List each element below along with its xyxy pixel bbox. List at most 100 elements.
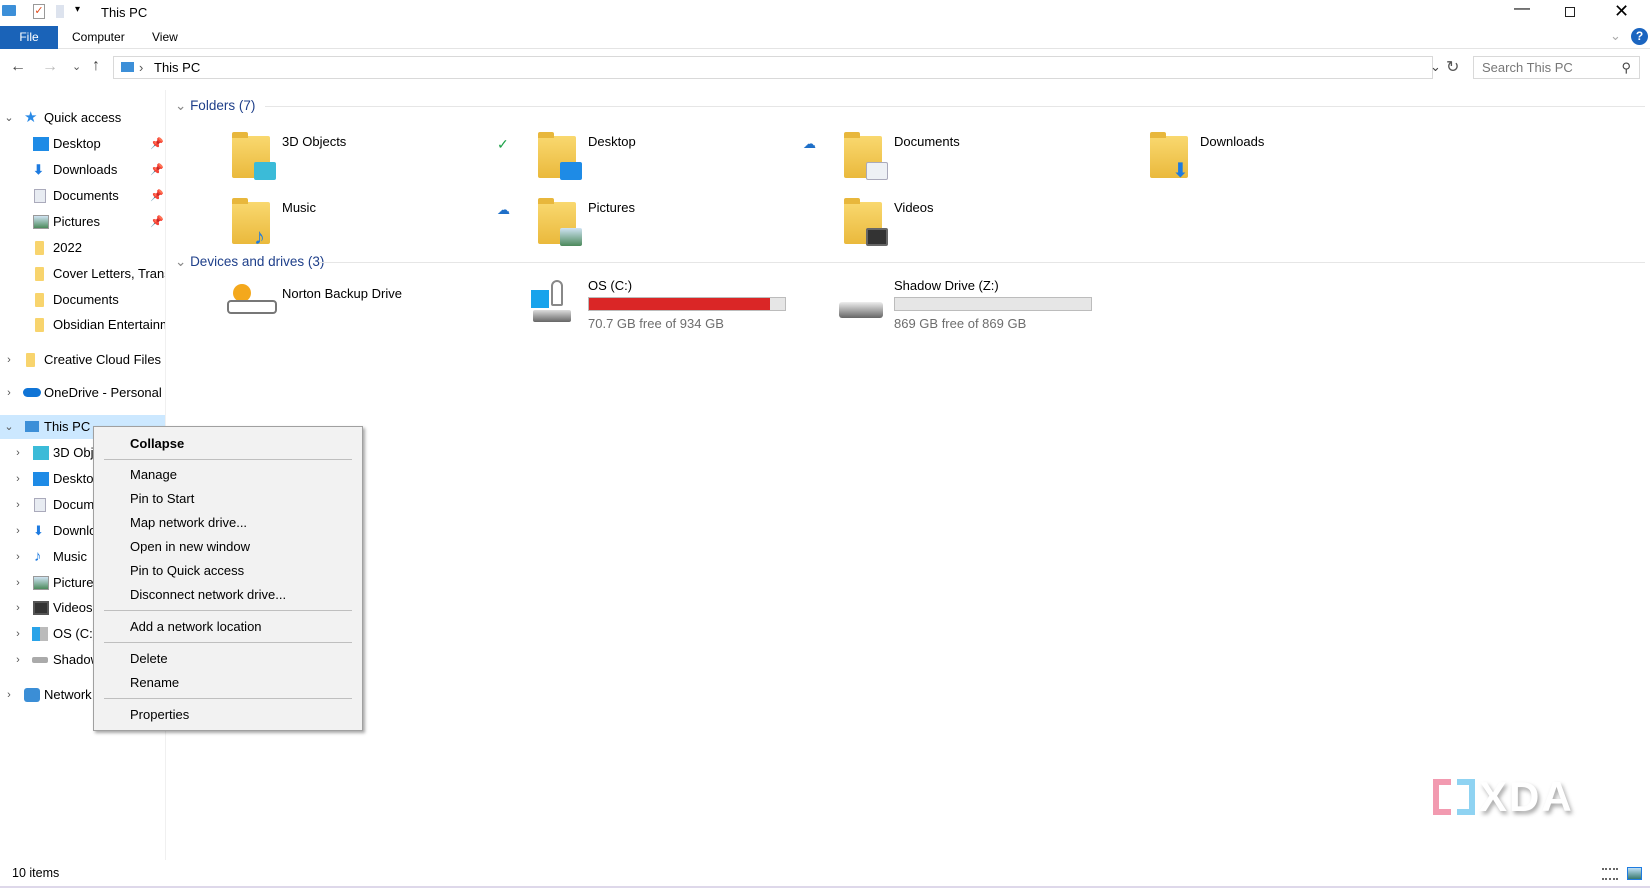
recent-locations-button[interactable]: ⌄ (72, 60, 81, 73)
customize-quick-access-icon[interactable]: ▾ (75, 4, 80, 15)
documents-icon (866, 162, 888, 180)
folder-icon (232, 132, 276, 180)
folder-icon (26, 353, 35, 367)
folder-icon (35, 267, 44, 281)
nav-quick-pictures[interactable]: Pictures 📌 (0, 210, 165, 234)
back-button[interactable]: ← (10, 58, 26, 76)
forward-button[interactable]: → (42, 58, 58, 76)
download-arrow-icon: ⬇ (33, 523, 44, 538)
folder-desktop[interactable]: Desktop ☁ (538, 130, 828, 188)
help-icon[interactable]: ? (1631, 28, 1648, 45)
search-input[interactable]: Search This PC ⚲ (1473, 56, 1640, 79)
collapse-chevron-icon: ⌄ (175, 98, 191, 113)
documents-icon (34, 498, 46, 512)
properties-quick-icon[interactable]: ✓ (33, 4, 45, 19)
menu-item-pin-quick-access[interactable]: Pin to Quick access (130, 563, 244, 578)
music-note-icon: ♪ (254, 224, 265, 249)
documents-icon (34, 189, 46, 203)
address-bar[interactable]: › This PC ⌄ (113, 56, 1441, 79)
menu-item-disconnect-network-drive[interactable]: Disconnect network drive... (130, 587, 286, 602)
folder-icon: ⬇ (1150, 132, 1189, 181)
nav-quick-desktop[interactable]: Desktop 📌 (0, 132, 165, 156)
nav-quick-documents[interactable]: Documents 📌 (0, 184, 165, 208)
nav-quick-downloads[interactable]: ⬇ Downloads 📌 (0, 158, 165, 182)
drive-icon (839, 302, 883, 318)
menu-item-delete[interactable]: Delete (130, 651, 168, 666)
folder-documents[interactable]: Documents (844, 130, 1134, 188)
menu-item-add-network-location[interactable]: Add a network location (130, 619, 262, 634)
bitlocker-lock-icon (551, 280, 563, 306)
drive-usage-bar (588, 297, 786, 311)
folder-icon (538, 132, 582, 180)
menu-item-rename[interactable]: Rename (130, 675, 179, 690)
context-menu: Collapse Manage Pin to Start Map network… (93, 426, 363, 731)
windows-logo-icon (531, 290, 549, 308)
folder-3d-objects[interactable]: 3D Objects ✓ (232, 130, 522, 188)
pin-icon[interactable]: 📌 (150, 132, 164, 156)
folder-videos[interactable]: Videos (844, 196, 1134, 254)
minimize-icon[interactable]: — (1514, 0, 1530, 18)
music-note-icon: ♪ (34, 548, 42, 565)
cloud-icon: ☁ (497, 202, 510, 217)
folder-pictures[interactable]: Pictures (538, 196, 828, 254)
this-pc-icon (2, 5, 16, 16)
status-item-count: 10 items (12, 866, 60, 880)
pictures-icon (560, 228, 582, 246)
breadcrumb-separator-icon: › (139, 60, 144, 75)
desktop-icon (33, 472, 49, 486)
3d-objects-icon (33, 446, 49, 460)
drive-usage-bar (894, 297, 1092, 311)
folder-icon (35, 293, 44, 307)
large-icons-view-button[interactable] (1627, 867, 1642, 880)
drive-icon (32, 657, 48, 663)
folder-music[interactable]: ♪ Music ☁ (232, 196, 522, 254)
videos-icon (866, 228, 888, 246)
xda-bracket-left (1433, 779, 1451, 815)
folder-icon (538, 198, 582, 246)
nav-onedrive[interactable]: › OneDrive - Personal (0, 381, 165, 405)
drive-shadow-z[interactable]: Shadow Drive (Z:) 869 GB free of 869 GB (837, 278, 1127, 340)
refresh-button[interactable]: ↻ (1446, 57, 1459, 77)
sync-ok-check-icon: ✓ (497, 136, 509, 152)
tab-file[interactable]: File (0, 26, 58, 49)
nav-quick-obsidian[interactable]: Obsidian Entertainment (0, 313, 165, 337)
menu-item-manage[interactable]: Manage (130, 467, 177, 482)
menu-item-properties[interactable]: Properties (130, 707, 189, 722)
menu-item-open-new-window[interactable]: Open in new window (130, 539, 250, 554)
drive-icon (227, 300, 277, 314)
tab-view[interactable]: View (152, 30, 178, 44)
breadcrumb-this-pc[interactable]: This PC (154, 60, 200, 75)
desktop-icon (33, 137, 49, 151)
network-icon (24, 688, 40, 702)
nav-quick-cover-letters[interactable]: Cover Letters, Transcripts (0, 262, 165, 286)
videos-icon (33, 601, 49, 615)
folder-icon (844, 198, 888, 246)
3d-cube-icon (254, 162, 276, 180)
drive-norton-backup[interactable]: Norton Backup Drive (225, 280, 515, 340)
download-arrow-icon: ⬇ (33, 162, 44, 177)
restore-icon[interactable] (1565, 7, 1575, 17)
pin-icon[interactable]: 📌 (150, 158, 164, 182)
menu-item-collapse[interactable]: Collapse (130, 436, 184, 451)
nav-quick-2022[interactable]: 2022 (0, 236, 165, 260)
folders-group-header[interactable]: ⌄ Folders (7) (175, 98, 255, 114)
address-dropdown-icon[interactable]: ⌄ (1430, 59, 1441, 75)
expand-ribbon-icon[interactable]: ⌄ (1610, 28, 1621, 44)
devices-group-header[interactable]: ⌄ Devices and drives (3) (175, 254, 324, 270)
nav-quick-documents-folder[interactable]: Documents (0, 288, 165, 312)
tab-computer[interactable]: Computer (72, 30, 125, 44)
content-pane: ⌄ Folders (7) 3D Objects ✓ Desktop ☁ Doc… (167, 90, 1650, 860)
menu-item-pin-to-start[interactable]: Pin to Start (130, 491, 194, 506)
drive-os-c[interactable]: OS (C:) 70.7 GB free of 934 GB (531, 278, 821, 340)
close-icon[interactable]: ✕ (1614, 1, 1629, 22)
nav-creative-cloud[interactable]: ›Creative Cloud Files Personal (0, 348, 165, 372)
nav-quick-access[interactable]: ⌄ ★ Quick access (0, 106, 165, 130)
new-folder-quick-icon[interactable] (56, 5, 64, 18)
menu-item-map-network-drive[interactable]: Map network drive... (130, 515, 247, 530)
pin-icon[interactable]: 📌 (150, 184, 164, 208)
up-button[interactable]: ↑ (92, 57, 100, 75)
download-arrow-icon: ⬇ (1172, 160, 1189, 182)
details-view-button[interactable] (1602, 868, 1618, 880)
pin-icon[interactable]: 📌 (150, 210, 164, 234)
folder-downloads[interactable]: ⬇ Downloads (1150, 130, 1440, 188)
